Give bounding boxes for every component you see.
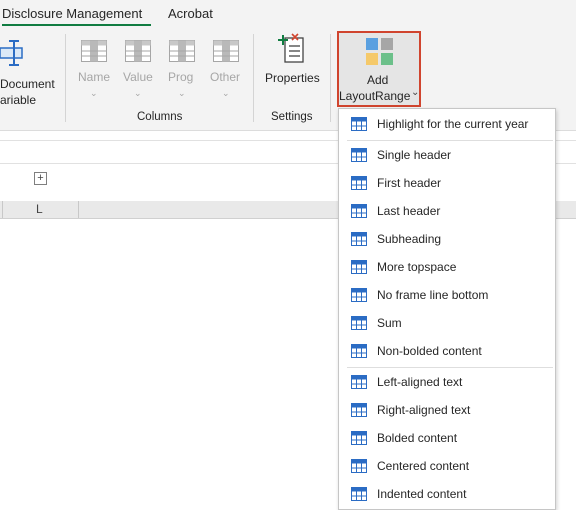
table-icon xyxy=(351,316,367,330)
menu-item-centered-content[interactable]: Centered content xyxy=(339,454,555,480)
active-tab-indicator xyxy=(2,24,151,26)
table-icon xyxy=(351,344,367,358)
chevron-down-icon: ⌄ xyxy=(178,88,186,98)
menu-item-subheading[interactable]: Subheading xyxy=(339,227,555,253)
column-table-icon xyxy=(81,40,107,62)
table-icon xyxy=(351,403,367,417)
tab-acrobat[interactable]: Acrobat xyxy=(168,6,213,21)
table-icon xyxy=(351,375,367,389)
menu-item-more-topspace[interactable]: More topspace xyxy=(339,255,555,281)
table-icon xyxy=(351,117,367,131)
properties-button[interactable]: Properties xyxy=(260,28,324,106)
group-separator xyxy=(253,34,254,122)
layoutrange-dropdown-menu: Highlight for the current year Single he… xyxy=(338,108,556,510)
column-prog-button[interactable]: Prog ⌄ xyxy=(162,28,202,106)
column-other-button[interactable]: Other ⌄ xyxy=(206,28,246,106)
menu-item-non-bolded-content[interactable]: Non-bolded content xyxy=(339,339,555,365)
column-header-L[interactable]: L xyxy=(36,202,43,216)
menu-item-left-aligned-text[interactable]: Left-aligned text xyxy=(339,370,555,396)
column-table-icon xyxy=(125,40,151,62)
menu-item-no-frame-line-bottom[interactable]: No frame line bottom xyxy=(339,283,555,309)
menu-item-label: Indented content xyxy=(377,487,467,501)
table-icon xyxy=(351,148,367,162)
column-other-label: Other xyxy=(210,70,241,84)
column-table-icon xyxy=(213,40,239,62)
menu-item-label: Single header xyxy=(377,148,452,162)
add-layoutrange-button[interactable]: Add LayoutRange ⌄ xyxy=(337,31,421,107)
menu-item-highlight-current-year[interactable]: Highlight for the current year xyxy=(339,112,555,138)
menu-item-first-header[interactable]: First header xyxy=(339,171,555,197)
layout-range-icon xyxy=(366,38,393,65)
settings-group-label: Settings xyxy=(271,111,313,123)
menu-item-label: Right-aligned text xyxy=(377,403,471,417)
document-variable-label-1: Document xyxy=(0,77,55,91)
table-icon xyxy=(351,204,367,218)
column-divider[interactable] xyxy=(78,201,79,218)
menu-separator xyxy=(347,140,553,141)
table-icon xyxy=(351,288,367,302)
properties-icon xyxy=(278,33,304,63)
menu-item-label: Last header xyxy=(377,204,441,218)
menu-item-label: Subheading xyxy=(377,232,442,246)
column-divider[interactable] xyxy=(2,201,3,218)
document-variable-button[interactable]: Document ariable xyxy=(0,34,60,107)
menu-item-label: More topspace xyxy=(377,260,457,274)
column-value-label: Value xyxy=(123,70,153,84)
menu-separator xyxy=(347,367,553,368)
menu-item-label: Non-bolded content xyxy=(377,344,482,358)
table-icon xyxy=(351,487,367,501)
group-separator xyxy=(330,34,331,122)
menu-item-label: Highlight for the current year xyxy=(377,117,529,131)
menu-item-indented-content[interactable]: Indented content xyxy=(339,482,555,508)
properties-label: Properties xyxy=(265,71,320,85)
layoutrange-label: LayoutRange xyxy=(339,89,411,103)
column-name-button[interactable]: Name ⌄ xyxy=(74,28,114,106)
chevron-down-icon: ⌄ xyxy=(134,88,142,98)
menu-item-right-aligned-text[interactable]: Right-aligned text xyxy=(339,398,555,424)
menu-item-last-header[interactable]: Last header xyxy=(339,199,555,225)
ribbon-tab-bar: Disclosure Management Acrobat xyxy=(0,0,576,28)
menu-item-label: Centered content xyxy=(377,459,470,473)
add-label: Add xyxy=(367,73,389,87)
table-icon xyxy=(351,260,367,274)
columns-group-label: Columns xyxy=(137,111,183,123)
chevron-down-icon: ⌄ xyxy=(222,88,230,98)
column-prog-label: Prog xyxy=(168,70,194,84)
column-value-button[interactable]: Value ⌄ xyxy=(118,28,158,106)
table-icon xyxy=(351,459,367,473)
menu-item-sum[interactable]: Sum xyxy=(339,311,555,337)
menu-item-label: First header xyxy=(377,176,442,190)
chevron-down-icon: ⌄ xyxy=(411,87,420,98)
menu-item-label: Sum xyxy=(377,316,402,330)
table-icon xyxy=(351,232,367,246)
document-variable-label-2: ariable xyxy=(0,93,37,107)
menu-item-label: Left-aligned text xyxy=(377,375,463,389)
menu-item-label: Bolded content xyxy=(377,431,458,445)
table-icon xyxy=(351,176,367,190)
column-name-label: Name xyxy=(78,70,111,84)
tab-disclosure-management[interactable]: Disclosure Management xyxy=(2,6,142,21)
chevron-down-icon: ⌄ xyxy=(90,88,98,98)
menu-item-bolded-content[interactable]: Bolded content xyxy=(339,426,555,452)
table-icon xyxy=(351,431,367,445)
column-table-icon xyxy=(169,40,195,62)
menu-item-label: No frame line bottom xyxy=(377,288,489,302)
group-separator xyxy=(65,34,66,122)
document-variable-icon xyxy=(0,40,23,66)
menu-item-single-header[interactable]: Single header xyxy=(339,143,555,169)
expand-group-button[interactable]: + xyxy=(34,172,47,185)
